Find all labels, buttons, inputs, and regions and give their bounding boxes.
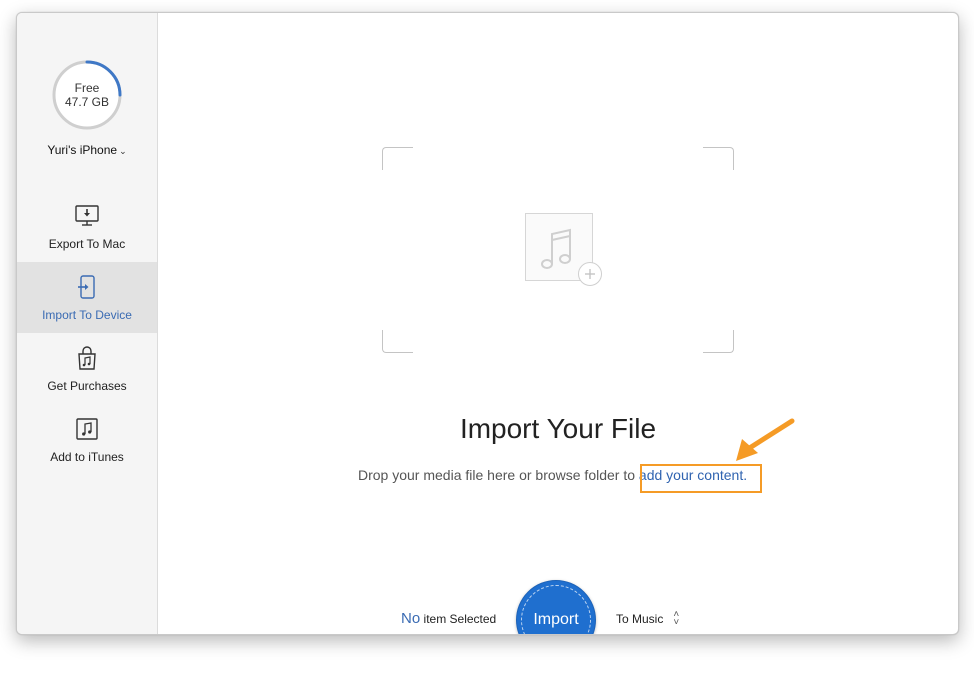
page-title: Import Your File (459, 413, 657, 444)
sidebar-nav: Export To Mac Import To Device Get Purch… (17, 191, 157, 475)
sidebar-item-label: Add to iTunes (50, 450, 124, 464)
monitor-download-icon (74, 203, 100, 229)
destination-label: To Music (616, 612, 664, 626)
phone-import-icon (74, 274, 100, 300)
selection-status-text: item Selected (420, 612, 497, 626)
chevron-down-icon: ⌄ (119, 146, 127, 156)
device-name-label: Yuri's iPhone (47, 143, 118, 157)
sidebar-item-add-to-itunes[interactable]: Add to iTunes (17, 404, 157, 475)
app-window: Free 47.7 GB Yuri's iPhone ⌄ Export To M… (16, 12, 959, 635)
selection-status: No item Selected (401, 610, 496, 627)
storage-free-label: Free (74, 81, 100, 95)
sidebar-item-export-to-mac[interactable]: Export To Mac (17, 191, 157, 262)
drop-instructions-text: Drop your media file here or browse fold… (358, 467, 639, 483)
up-down-chevron-icon: ˄ ˅ (673, 609, 680, 628)
shopping-bag-music-icon (74, 345, 100, 371)
main-panel: Import Your File Drop your media file he… (158, 13, 958, 634)
add-circle-icon (578, 262, 602, 286)
arrow-annotation-icon (736, 418, 795, 461)
storage-gauge: Free 47.7 GB (51, 59, 123, 131)
highlight-box (640, 464, 762, 493)
sidebar: Free 47.7 GB Yuri's iPhone ⌄ Export To M… (17, 13, 158, 634)
music-note-box-icon (74, 416, 100, 442)
sidebar-item-label: Export To Mac (48, 237, 126, 251)
destination-selector[interactable]: To Music ˄ ˅ (616, 609, 680, 628)
sidebar-item-import-to-device[interactable]: Import To Device (17, 262, 157, 333)
selection-count: No (401, 610, 421, 627)
sidebar-item-label: Import To Device (42, 308, 132, 322)
device-selector[interactable]: Yuri's iPhone ⌄ (17, 143, 157, 157)
sidebar-item-label: Get Purchases (47, 379, 127, 393)
storage-free-value: 47.7 GB (64, 95, 110, 109)
import-button[interactable]: Import (516, 580, 596, 634)
sidebar-item-get-purchases[interactable]: Get Purchases (17, 333, 157, 404)
